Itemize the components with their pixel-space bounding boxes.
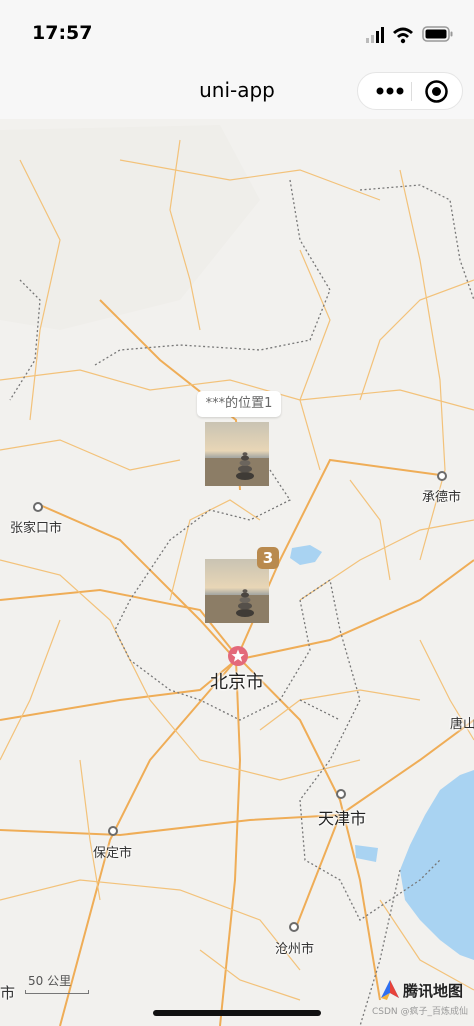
- city-label-zhangjiakou: 张家口市: [10, 521, 63, 536]
- map-scale-bar: [25, 990, 89, 994]
- nav-bar: uni-app: [0, 64, 474, 119]
- close-target-icon[interactable]: [424, 79, 449, 104]
- marker-callout[interactable]: ***的位置1: [197, 391, 281, 417]
- zhangjiakou-city-dot: [33, 502, 43, 512]
- city-label-tangshan: 唐山: [450, 717, 474, 732]
- capsule-divider: [411, 82, 412, 101]
- status-time: 17:57: [32, 22, 93, 44]
- chengde-city-dot: [437, 471, 447, 481]
- status-bar: 17:57: [0, 0, 474, 64]
- city-label-baoding: 保定市: [93, 846, 133, 861]
- tianjin-city-dot: [336, 789, 346, 799]
- capital-star-icon: [228, 646, 248, 666]
- wifi-icon: [393, 27, 413, 44]
- cangzhou-city-dot: [289, 922, 299, 932]
- status-icons: [366, 26, 453, 44]
- baoding-city-dot: [108, 826, 118, 836]
- location-marker-1[interactable]: [205, 422, 269, 486]
- tencent-map-logo-icon: [381, 980, 399, 1000]
- more-icon[interactable]: [372, 80, 408, 102]
- city-label-beijing: 北京市: [210, 672, 264, 693]
- city-label-tianjin: 天津市: [318, 809, 367, 828]
- csdn-watermark: CSDN @疯子_百炼成仙: [371, 1007, 468, 1017]
- cellular-signal-icon: [366, 27, 384, 43]
- home-indicator[interactable]: [153, 1010, 321, 1016]
- city-label-cangzhou: 沧州市: [275, 942, 315, 957]
- city-label-edge: 市: [0, 984, 16, 1002]
- cluster-count-badge[interactable]: 3: [257, 547, 279, 569]
- stacked-stones-photo-icon: [205, 422, 269, 486]
- city-label-chengde: 承德市: [422, 490, 462, 505]
- map-scale-label: 50 公里: [28, 974, 72, 988]
- miniprogram-capsule: [357, 72, 463, 110]
- battery-icon: [422, 26, 453, 42]
- tencent-map-logo-text: 腾讯地图: [403, 982, 464, 1000]
